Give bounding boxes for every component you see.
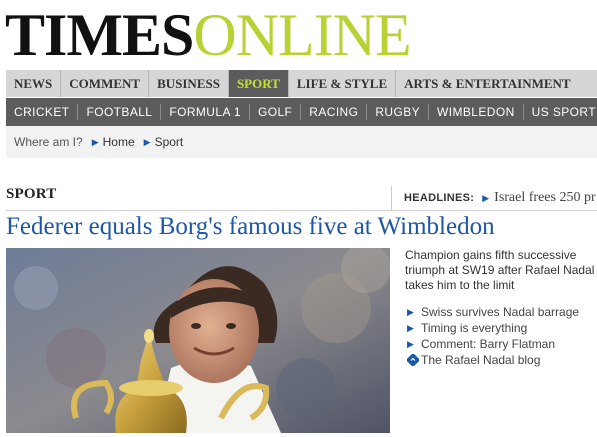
subnav-item-racing[interactable]: RACING (301, 104, 368, 120)
subnav-item-cricket[interactable]: CRICKET (6, 104, 79, 120)
headlines-label: HEADLINES: (404, 192, 475, 204)
nav-item-news[interactable]: NEWS (6, 70, 62, 97)
logo-times-text: TIMES (5, 2, 194, 68)
related-link-swiss-survives[interactable]: Swiss survives Nadal barrage (421, 304, 579, 320)
headlines-ticker: HEADLINES: ▶ Israel frees 250 pr (391, 186, 597, 210)
breadcrumb-arrow-icon: ▶ (143, 136, 151, 147)
blog-link[interactable]: The Rafael Nadal blog (421, 352, 540, 368)
headline-link[interactable]: Israel frees 250 pr (494, 190, 595, 206)
article-photo[interactable] (6, 248, 390, 433)
subnav-item-wimbledon[interactable]: WIMBLEDON (429, 104, 524, 120)
breadcrumb-sport-link[interactable]: Sport (155, 135, 184, 149)
subnav-item-golf[interactable]: GOLF (250, 104, 302, 120)
sport-subnav: CRICKET FOOTBALL FORMULA 1 GOLF RACING R… (6, 98, 597, 126)
link-arrow-icon: ▶ (407, 307, 414, 317)
breadcrumb-arrow-icon: ▶ (91, 136, 99, 147)
subnav-item-football[interactable]: FOOTBALL (78, 104, 162, 120)
nav-item-sport[interactable]: SPORT (228, 70, 289, 97)
blog-link-row[interactable]: The Rafael Nadal blog (407, 352, 579, 368)
subnav-item-rugby[interactable]: RUGBY (367, 104, 430, 120)
article-title[interactable]: Federer equals Borg's famous five at Wim… (6, 211, 495, 243)
article-summary: Champion gains fifth successive triumph … (405, 248, 595, 292)
blog-icon (407, 354, 419, 366)
breadcrumb-home-link[interactable]: Home (103, 135, 135, 149)
breadcrumb: Where am I? ▶ Home ▶ Sport (6, 126, 597, 158)
nav-item-comment[interactable]: COMMENT (61, 70, 150, 97)
primary-nav: NEWS COMMENT BUSINESS SPORT LIFE & STYLE… (6, 70, 597, 97)
logo-online-text: ONLINE (193, 2, 411, 68)
breadcrumb-label: Where am I? (14, 135, 83, 149)
headline-arrow-icon: ▶ (482, 192, 490, 203)
related-link-row[interactable]: ▶ Timing is everything (407, 320, 579, 336)
nav-item-life-style[interactable]: LIFE & STYLE (289, 70, 397, 97)
related-link-timing[interactable]: Timing is everything (421, 320, 527, 336)
related-link-row[interactable]: ▶ Swiss survives Nadal barrage (407, 304, 579, 320)
section-label: SPORT (6, 186, 57, 202)
related-link-comment[interactable]: Comment: Barry Flatman (421, 336, 555, 352)
times-online-logo[interactable]: TIMESONLINE (5, 2, 412, 68)
nav-item-business[interactable]: BUSINESS (149, 70, 229, 97)
link-arrow-icon: ▶ (407, 323, 414, 333)
nav-item-arts-entertainment[interactable]: ARTS & ENTERTAINMENT (396, 70, 578, 97)
related-links: ▶ Swiss survives Nadal barrage ▶ Timing … (407, 304, 579, 368)
link-arrow-icon: ▶ (407, 339, 414, 349)
subnav-item-formula-1[interactable]: FORMULA 1 (161, 104, 250, 120)
subnav-item-us-sport[interactable]: US SPORT (524, 104, 597, 120)
related-link-row[interactable]: ▶ Comment: Barry Flatman (407, 336, 579, 352)
